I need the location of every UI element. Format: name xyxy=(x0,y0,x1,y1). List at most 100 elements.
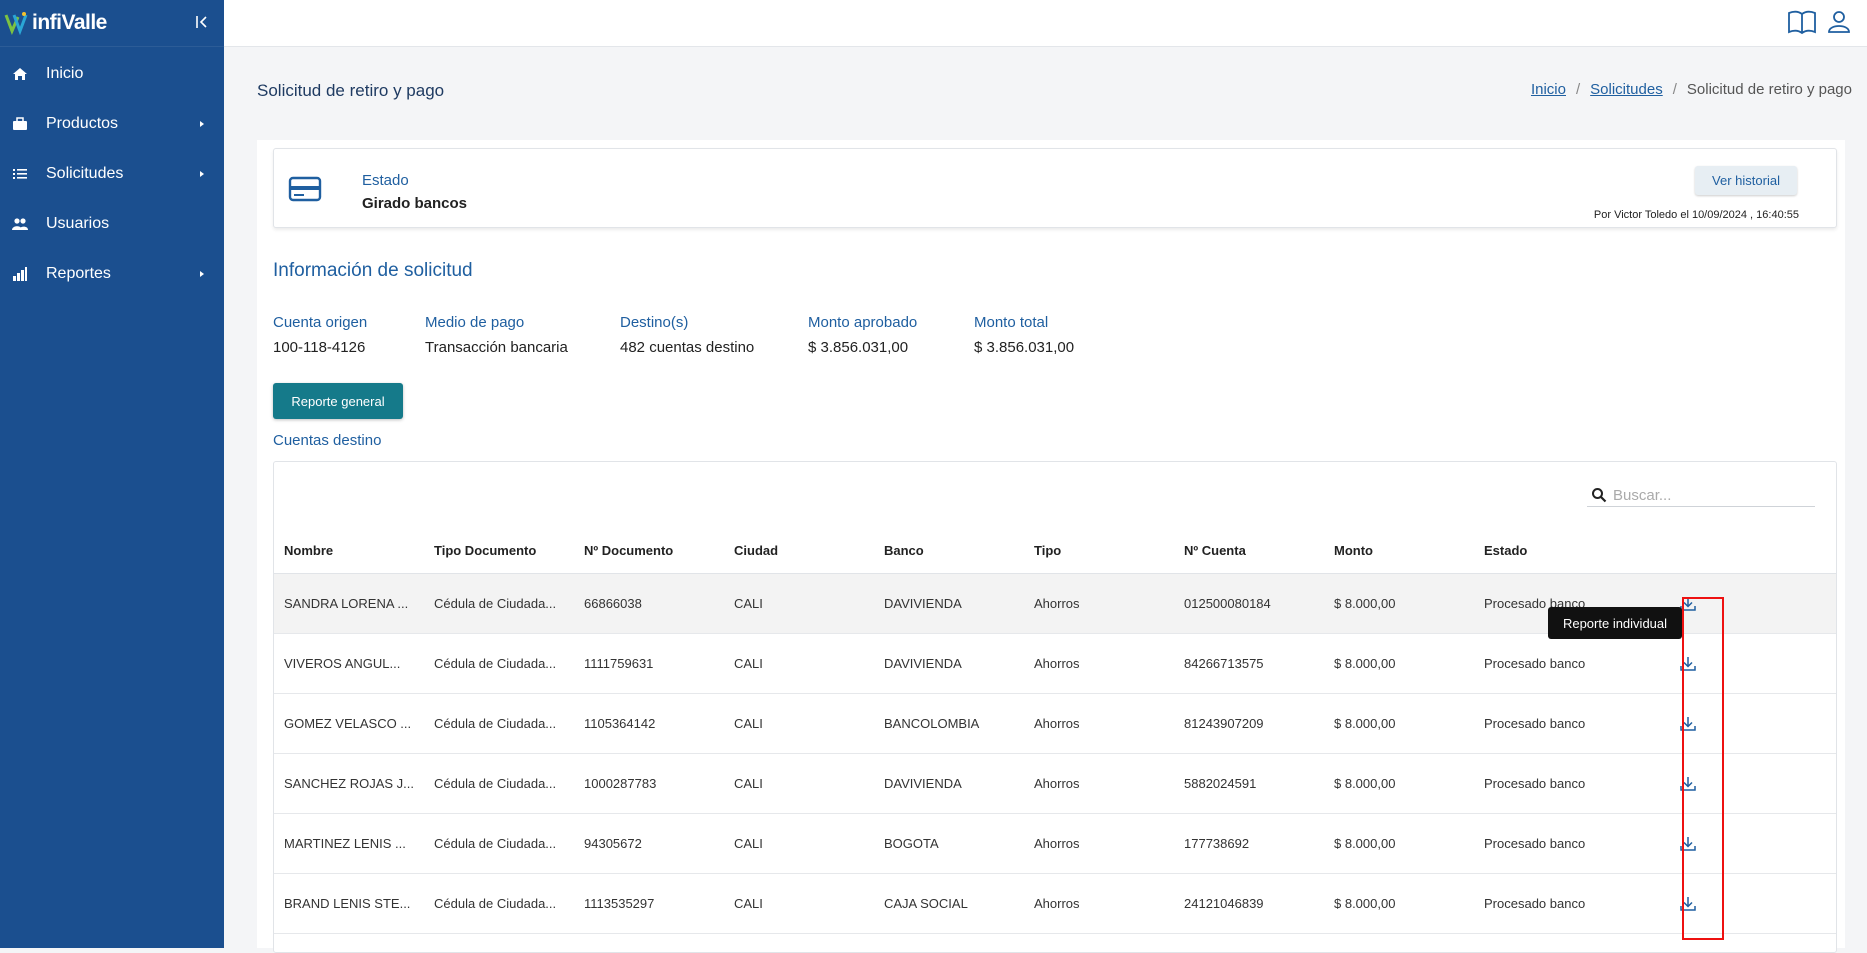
table-cell-estado: Procesado banco xyxy=(1474,813,1678,874)
highlight-annotation-box xyxy=(1682,597,1724,940)
table-cell-ciudad: CALI xyxy=(724,873,874,934)
page-title: Solicitud de retiro y pago xyxy=(257,81,445,100)
table-cell-nombre: MARTINEZ LENIS ... xyxy=(274,813,424,874)
table-cell-banco: DAVIVIENDA xyxy=(874,633,1024,694)
table-cell-monto: $ 8.000,00 xyxy=(1324,813,1474,874)
table-cell-tipo-doc: Cédula de Ciudada... xyxy=(424,753,574,814)
table-cell-doc: 1111759631 xyxy=(574,633,724,694)
chevron-right-icon xyxy=(196,167,208,179)
user-icon[interactable] xyxy=(1824,8,1854,36)
collapse-sidebar-icon[interactable] xyxy=(192,12,212,32)
table-cell-monto: $ 8.000,00 xyxy=(1324,753,1474,814)
column-header[interactable]: Estado xyxy=(1474,527,1678,574)
info-field-monto-aprobado: Monto aprobado $ 3.856.031,00 xyxy=(808,314,917,356)
column-header[interactable]: Ciudad xyxy=(724,527,874,574)
table-row[interactable]: GOMEZ VELASCO ... Cédula de Ciudada... 110… xyxy=(274,693,1836,754)
field-label: Monto total xyxy=(974,314,1049,331)
table-cell-doc: 1105364142 xyxy=(574,693,724,754)
table-cell-banco: DAVIVIENDA xyxy=(874,753,1024,814)
accounts-table-box: Nombre Tipo Documento Nº Documento Ciuda… xyxy=(273,461,1837,953)
table-row[interactable]: BRAND LENIS STE... Cédula de Ciudada... 11… xyxy=(274,873,1836,934)
main-card: Estado Girado bancos Ver historial Por V… xyxy=(257,140,1845,953)
sidebar-item-inicio[interactable]: Inicio xyxy=(0,49,224,99)
sidebar-item-label: Solicitudes xyxy=(46,165,124,182)
book-icon[interactable] xyxy=(1787,8,1817,36)
table-row[interactable]: MARTINEZ LENIS ... Cédula de Ciudada... 94… xyxy=(274,813,1836,874)
users-icon xyxy=(9,215,31,233)
table-cell-estado: Procesado banco xyxy=(1474,693,1678,754)
table-cell-banco: BOGOTA xyxy=(874,813,1024,874)
breadcrumb-link-inicio[interactable]: Inicio xyxy=(1531,81,1566,98)
briefcase-icon xyxy=(9,115,31,133)
table-cell-ciudad: CALI xyxy=(724,753,874,814)
chevron-right-icon xyxy=(196,117,208,129)
column-header[interactable]: Nombre xyxy=(274,527,424,574)
table-row[interactable]: VIVEROS ANGUL... Cédula de Ciudada... 1111… xyxy=(274,633,1836,694)
sidebar-item-usuarios[interactable]: Usuarios xyxy=(0,199,224,249)
table-cell-tipo: Ahorros xyxy=(1024,573,1174,634)
table-cell-tipo-doc: Cédula de Ciudada... xyxy=(424,573,574,634)
table-cell-nombre: GOMEZ VELASCO ... xyxy=(274,693,424,754)
field-value: Transacción bancaria xyxy=(425,339,568,356)
history-meta: Por Victor Toledo el 10/09/2024 , 16:40:… xyxy=(1593,209,1799,221)
table-cell-tipo: Ahorros xyxy=(1024,693,1174,754)
bar-chart-icon xyxy=(9,265,31,283)
field-value: 482 cuentas destino xyxy=(620,339,755,356)
accounts-title: Cuentas destino xyxy=(273,432,382,449)
column-header[interactable]: Nº Cuenta xyxy=(1174,527,1324,574)
table-cell-monto: $ 8.000,00 xyxy=(1324,573,1474,634)
sidebar-item-productos[interactable]: Productos xyxy=(0,99,224,149)
table-cell-tipo-doc: Cédula de Ciudada... xyxy=(424,693,574,754)
sidebar-item-label: Productos xyxy=(46,115,119,132)
table-row[interactable]: SANCHEZ ROJAS J... Cédula de Ciudada... 10… xyxy=(274,753,1836,814)
column-header[interactable]: Monto xyxy=(1324,527,1474,574)
table-cell-banco: BANCOLOMBIA xyxy=(874,693,1024,754)
sidebar-item-reportes[interactable]: Reportes xyxy=(0,249,224,299)
sidebar-item-solicitudes[interactable]: Solicitudes xyxy=(0,149,224,199)
table-cell-ciudad: CALI xyxy=(724,573,874,634)
breadcrumb-separator: / xyxy=(1672,81,1677,98)
sidebar-item-label: Reportes xyxy=(46,265,111,282)
column-header[interactable]: Nº Documento xyxy=(574,527,724,574)
table-header-row: Nombre Tipo Documento Nº Documento Ciuda… xyxy=(274,527,1836,574)
table-cell-monto: $ 8.000,00 xyxy=(1324,633,1474,694)
column-header[interactable]: Banco xyxy=(874,527,1024,574)
table-cell-cuenta: 012500080184 xyxy=(1174,573,1324,634)
sidebar-item-label: Inicio xyxy=(46,65,84,82)
field-label: Monto aprobado xyxy=(808,314,918,331)
sidebar-nav: Inicio Productos Solicitudes Usuarios Re… xyxy=(0,49,224,299)
app-logo[interactable]: infiValle xyxy=(4,11,107,36)
table-cell-cuenta: 84266713575 xyxy=(1174,633,1324,694)
table-cell-tipo-doc: Cédula de Ciudada... xyxy=(424,633,574,694)
search-input[interactable] xyxy=(1611,484,1815,506)
sidebar: infiValle Inicio Productos Solicitudes U… xyxy=(0,0,224,948)
table-cell-tipo-doc: Cédula de Ciudada... xyxy=(424,813,574,874)
table-cell-nombre: SANDRA LORENA ... xyxy=(274,573,424,634)
ver-historial-button[interactable]: Ver historial xyxy=(1695,166,1797,195)
table-cell-tipo: Ahorros xyxy=(1024,813,1174,874)
column-header[interactable]: Tipo Documento xyxy=(424,527,574,574)
column-header-actions xyxy=(1678,527,1836,574)
chevron-right-icon xyxy=(196,267,208,279)
home-icon xyxy=(9,65,31,83)
breadcrumb-link-solicitudes[interactable]: Solicitudes xyxy=(1590,81,1663,98)
table-cell-cuenta: 81243907209 xyxy=(1174,693,1324,754)
status-label: Estado xyxy=(362,172,409,189)
info-field-medio-pago: Medio de pago Transacción bancaria xyxy=(425,314,568,356)
logo-row: infiValle xyxy=(0,0,224,47)
credit-card-icon xyxy=(288,175,322,203)
table-cell-tipo: Ahorros xyxy=(1024,873,1174,934)
table-cell-tipo: Ahorros xyxy=(1024,753,1174,814)
reporte-general-button[interactable]: Reporte general xyxy=(273,383,403,419)
column-header[interactable]: Tipo xyxy=(1024,527,1174,574)
breadcrumb-current: Solicitud de retiro y pago xyxy=(1686,81,1852,98)
table-cell-ciudad: CALI xyxy=(724,813,874,874)
breadcrumb-separator: / xyxy=(1576,81,1581,98)
table-cell-tipo-doc: Cédula de Ciudada... xyxy=(424,873,574,934)
table-cell-monto: $ 8.000,00 xyxy=(1324,693,1474,754)
table-cell-nombre: VIVEROS ANGUL... xyxy=(274,633,424,694)
table-cell-banco: DAVIVIENDA xyxy=(874,573,1024,634)
tooltip-reporte-individual: Reporte individual xyxy=(1548,607,1682,639)
accounts-table: Nombre Tipo Documento Nº Documento Ciuda… xyxy=(274,527,1836,934)
search-box xyxy=(1587,484,1815,507)
